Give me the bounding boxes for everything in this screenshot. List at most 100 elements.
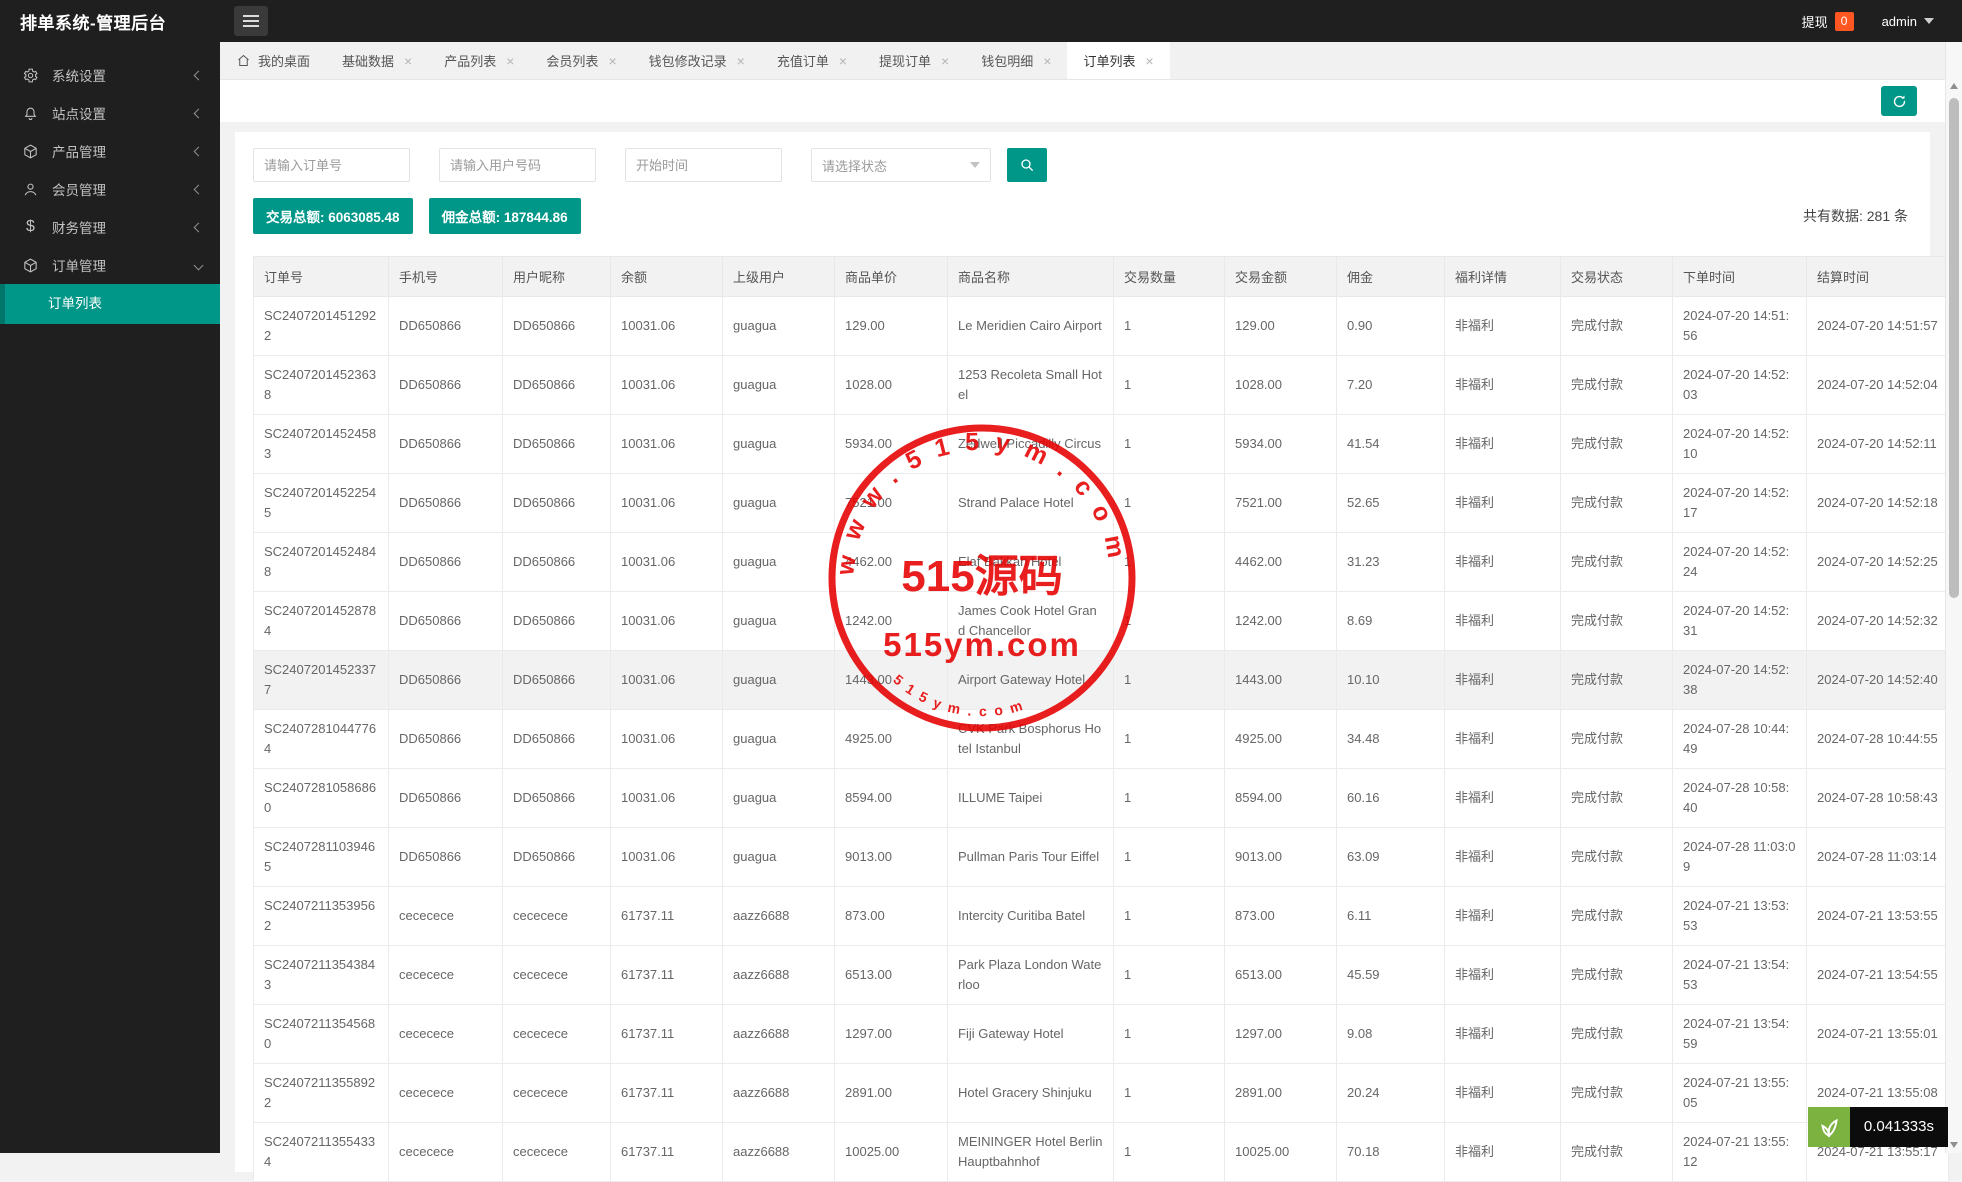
close-icon[interactable]: × <box>1145 54 1153 68</box>
table-cell: 完成付款 <box>1561 533 1673 592</box>
user-number-input[interactable] <box>439 148 596 182</box>
tab-label: 充值订单 <box>777 51 829 70</box>
sidebar-item-4[interactable]: $财务管理 <box>0 208 220 246</box>
close-icon[interactable]: × <box>839 54 847 68</box>
table-cell: 完成付款 <box>1561 651 1673 710</box>
table-cell: 2024-07-28 10:58:40 <box>1673 769 1807 828</box>
table-cell: 4462.00 <box>1225 533 1337 592</box>
tab-2[interactable]: 产品列表× <box>428 42 530 79</box>
table-cell: 1 <box>1114 769 1225 828</box>
table-cell: ILLUME Taipei <box>948 769 1114 828</box>
table-cell: cececece <box>389 1123 503 1182</box>
table-cell: 8.69 <box>1337 592 1445 651</box>
chevron-down-icon <box>970 162 980 168</box>
chevron-left-icon <box>194 184 204 194</box>
table-cell: 9013.00 <box>1225 828 1337 887</box>
table-cell: guagua <box>723 828 835 887</box>
column-header: 交易状态 <box>1561 257 1673 297</box>
table-row: SC24072014524848DD650866DD65086610031.06… <box>254 533 1949 592</box>
sidebar-item-0[interactable]: 系统设置 <box>0 56 220 94</box>
scrollbar-down-arrow[interactable] <box>1946 1137 1962 1153</box>
table-cell: 10031.06 <box>611 710 723 769</box>
refresh-button[interactable] <box>1881 86 1917 116</box>
user-dropdown[interactable]: admin <box>1882 14 1934 29</box>
table-cell: 2024-07-20 14:52:24 <box>1673 533 1807 592</box>
table-cell: 非福利 <box>1445 356 1561 415</box>
table-cell: 完成付款 <box>1561 474 1673 533</box>
table-cell: 31.23 <box>1337 533 1445 592</box>
bell-icon <box>22 105 39 122</box>
withdraw-menu[interactable]: 提现 0 <box>1802 12 1854 31</box>
close-icon[interactable]: × <box>506 54 514 68</box>
tab-1[interactable]: 基础数据× <box>326 42 428 79</box>
scrollbar-up-arrow[interactable] <box>1946 78 1962 94</box>
close-icon[interactable]: × <box>404 54 412 68</box>
table-cell: 2024-07-21 13:55:12 <box>1673 1123 1807 1182</box>
table-cell: DD650866 <box>389 297 503 356</box>
close-icon[interactable]: × <box>608 54 616 68</box>
close-icon[interactable]: × <box>1043 54 1051 68</box>
column-header: 结算时间 <box>1807 257 1949 297</box>
tab-6[interactable]: 提现订单× <box>863 42 965 79</box>
sidebar-item-3[interactable]: 会员管理 <box>0 170 220 208</box>
table-cell: Airport Gateway Hotel <box>948 651 1114 710</box>
stats-row: 交易总额: 6063085.48 佣金总额: 187844.86 共有数据: 2… <box>253 198 1912 234</box>
table-cell: DD650866 <box>503 651 611 710</box>
table-cell: cececece <box>389 1005 503 1064</box>
order-number-input[interactable] <box>253 148 410 182</box>
table-cell: 34.48 <box>1337 710 1445 769</box>
table-cell: 1 <box>1114 356 1225 415</box>
sidebar-item-1[interactable]: 站点设置 <box>0 94 220 132</box>
table-cell: 非福利 <box>1445 474 1561 533</box>
close-icon[interactable]: × <box>941 54 949 68</box>
table-cell: James Cook Hotel Grand Chancellor <box>948 592 1114 651</box>
scrollbar-thumb[interactable] <box>1949 98 1959 598</box>
total-trade-badge: 交易总额: 6063085.48 <box>253 198 413 234</box>
sidebar-item-label: 站点设置 <box>52 103 195 123</box>
table-cell: SC24072811039465 <box>254 828 389 887</box>
table-cell: aazz6688 <box>723 1123 835 1182</box>
tab-7[interactable]: 钱包明细× <box>965 42 1067 79</box>
column-header: 用户昵称 <box>503 257 611 297</box>
table-cell: guagua <box>723 592 835 651</box>
sidebar-item-5[interactable]: 订单管理 <box>0 246 220 284</box>
tab-5[interactable]: 充值订单 × <box>761 42 863 79</box>
hamburger-menu-button[interactable] <box>234 6 268 36</box>
table-row: SC24072014524583DD650866DD65086610031.06… <box>254 415 1949 474</box>
tab-label: 会员列表 <box>546 51 598 70</box>
table-cell: SC24072014523377 <box>254 651 389 710</box>
filter-row: 请选择状态 <box>253 148 1912 182</box>
table-cell: 1 <box>1114 946 1225 1005</box>
table-cell: 1 <box>1114 651 1225 710</box>
table-cell: 61737.11 <box>611 1123 723 1182</box>
sidebar-item-2[interactable]: 产品管理 <box>0 132 220 170</box>
table-cell: SC24072113539562 <box>254 887 389 946</box>
table-row: SC24072113539562cececececececece61737.11… <box>254 887 1949 946</box>
withdraw-count-badge: 0 <box>1835 12 1854 31</box>
table-cell: 2024-07-20 14:52:03 <box>1673 356 1807 415</box>
sidebar-item-label: 产品管理 <box>52 141 195 161</box>
table-cell: guagua <box>723 297 835 356</box>
table-cell: SC24072113554334 <box>254 1123 389 1182</box>
tab-8[interactable]: 订单列表× <box>1067 42 1169 79</box>
search-button[interactable] <box>1007 148 1047 182</box>
trace-badge[interactable]: 0.041333s <box>1808 1107 1948 1147</box>
table-cell: 5934.00 <box>1225 415 1337 474</box>
table-cell: 10031.06 <box>611 356 723 415</box>
trace-time: 0.041333s <box>1850 1107 1948 1147</box>
vertical-scrollbar <box>1945 42 1962 1153</box>
tab-0[interactable]: 我的桌面 <box>220 42 326 79</box>
table-cell: 非福利 <box>1445 769 1561 828</box>
table-cell: 1253 Recoleta Small Hotel <box>948 356 1114 415</box>
start-time-input[interactable] <box>625 148 782 182</box>
sidebar-item-order-list-active[interactable]: 订单列表 <box>0 284 220 324</box>
tab-4[interactable]: 钱包修改记录× <box>633 42 761 79</box>
table-cell: 9013.00 <box>835 828 948 887</box>
table-cell: 2024-07-20 14:52:18 <box>1807 474 1949 533</box>
close-icon[interactable]: × <box>737 54 745 68</box>
status-select[interactable]: 请选择状态 <box>811 148 991 182</box>
table-cell: SC24072113545680 <box>254 1005 389 1064</box>
column-header: 交易数量 <box>1114 257 1225 297</box>
table-cell: 非福利 <box>1445 1064 1561 1123</box>
tab-3[interactable]: 会员列表 × <box>530 42 632 79</box>
